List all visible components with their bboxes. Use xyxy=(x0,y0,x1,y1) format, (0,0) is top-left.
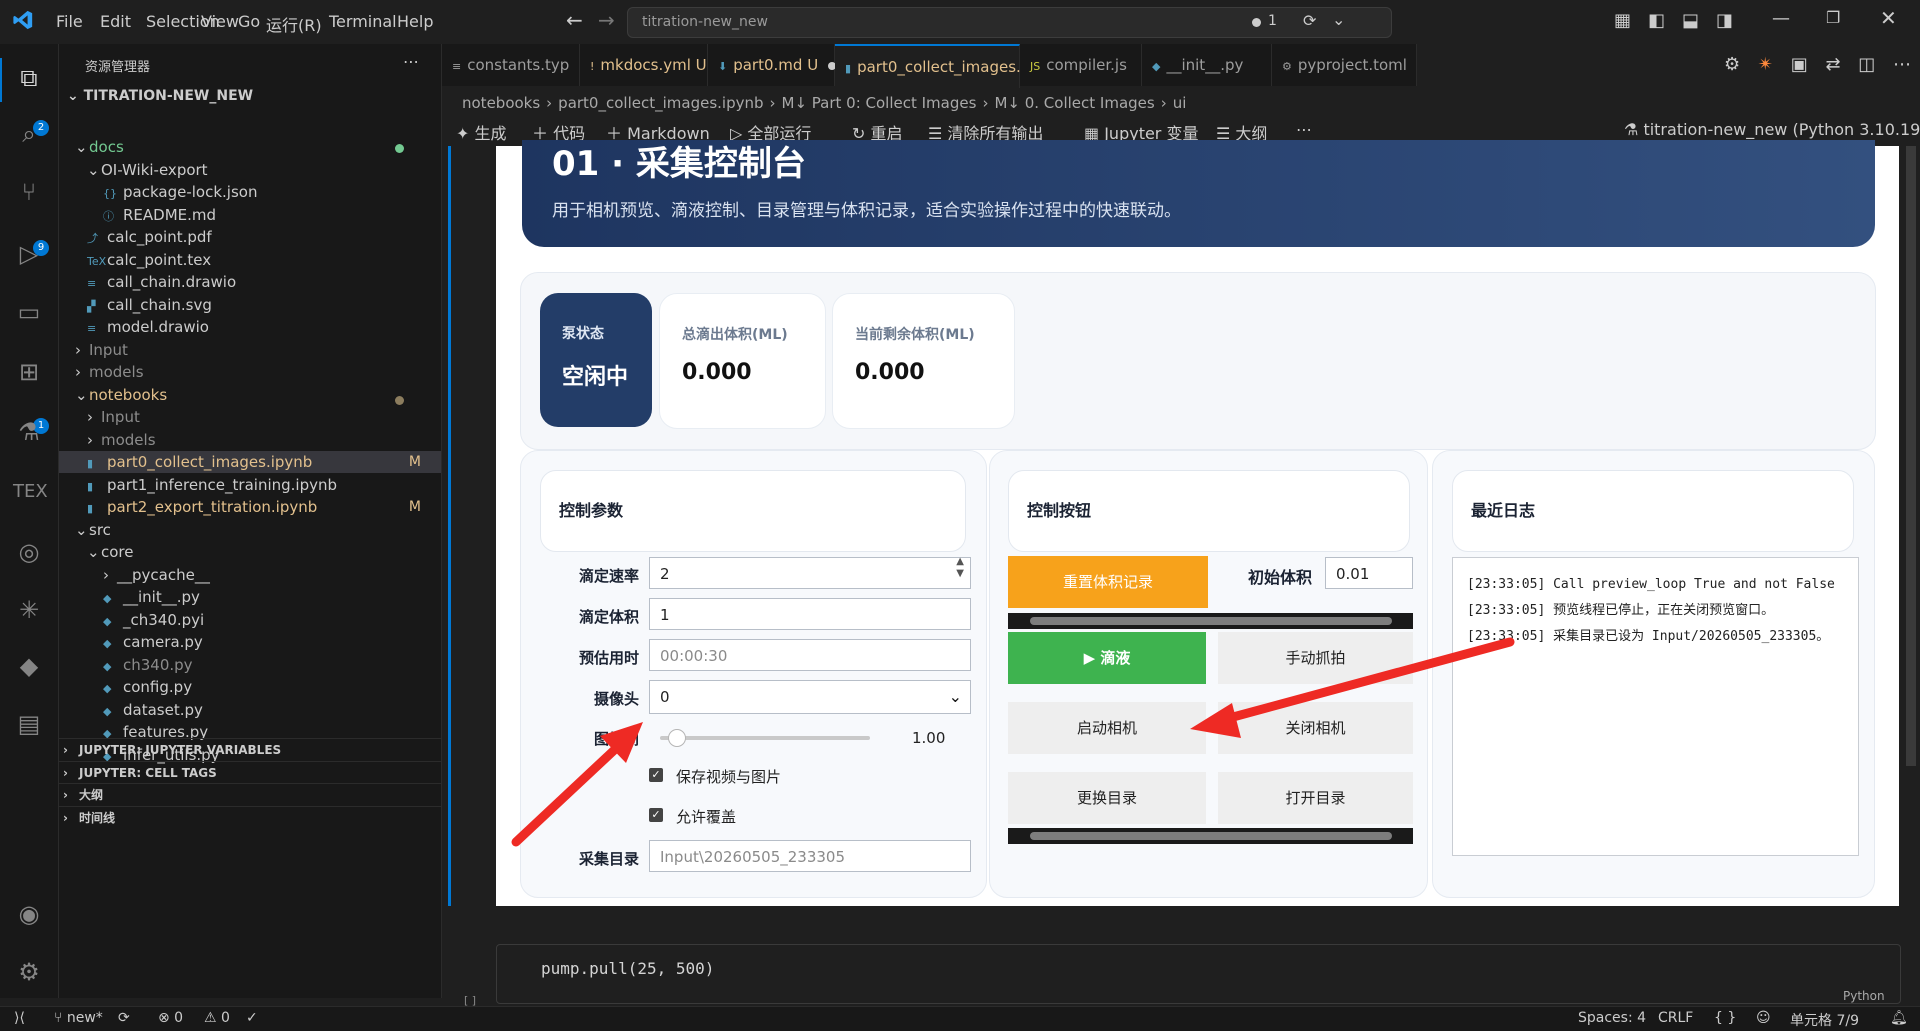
spaces-indicator[interactable]: Spaces: 4 xyxy=(1578,1010,1646,1026)
warnings-count[interactable]: ⚠ 0 xyxy=(204,1010,230,1026)
annotation-arrows xyxy=(511,637,1515,847)
bell-icon[interactable]: 🔔︎ xyxy=(1890,1010,1908,1026)
branch-icon: ⑂ xyxy=(54,1010,67,1026)
cell-indicator[interactable]: 单元格 7/9 xyxy=(1790,1010,1859,1030)
status-bar: ⟩⟨ ⑂ new* ⟳ ⊗ 0 ⚠ 0 ✓ Spaces: 4 CRLF { }… xyxy=(0,1006,1920,1031)
arrow-to-camera-select xyxy=(511,722,643,847)
braces-indicator[interactable]: { } xyxy=(1714,1010,1736,1026)
copilot-status-icon[interactable]: ☺ xyxy=(1756,1010,1771,1026)
eol-indicator[interactable]: CRLF xyxy=(1658,1010,1693,1026)
arrow-to-start-camera xyxy=(1190,637,1515,738)
branch-label: new* xyxy=(66,1010,103,1026)
code-cell[interactable]: pump.pull(25, 500) Python xyxy=(496,944,1901,1004)
remote-icon[interactable]: ⟩⟨ xyxy=(14,1010,25,1026)
editor-scrollbar[interactable] xyxy=(1906,146,1916,766)
cell-language[interactable]: Python xyxy=(1843,989,1885,1003)
sync-icon[interactable]: ⟳ xyxy=(118,1010,130,1026)
errors-count[interactable]: ⊗ 0 xyxy=(158,1010,183,1026)
code-line: pump.pull(25, 500) xyxy=(541,959,715,978)
branch-item[interactable]: ⑂ new* xyxy=(54,1010,103,1026)
check-icon[interactable]: ✓ xyxy=(246,1010,258,1026)
